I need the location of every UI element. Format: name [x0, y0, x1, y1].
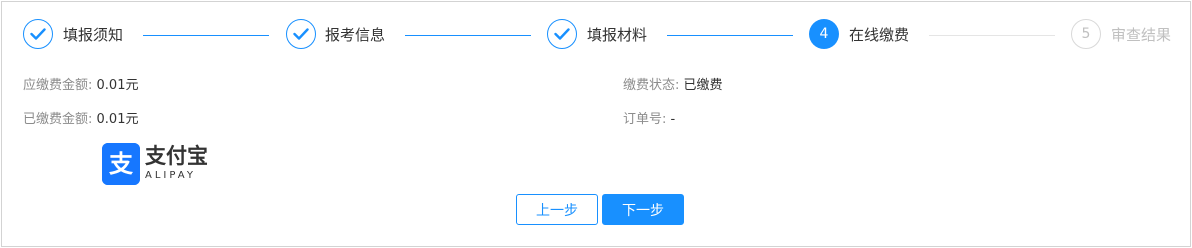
step-4-number: 4 [809, 19, 839, 49]
amount-due-row: 应缴费金额: 0.01元 [23, 77, 138, 95]
amount-due-value: 0.01元 [96, 78, 139, 93]
order-number-label: 订单号: [623, 112, 667, 127]
alipay-sub: ALIPAY [145, 170, 196, 181]
step-3-title: 填报材料 [587, 26, 648, 44]
step-3-check-icon [547, 19, 577, 49]
next-step-button[interactable]: 下一步 [602, 194, 684, 225]
step-5-title: 审查结果 [1111, 26, 1172, 44]
alipay-icon: 支 [102, 143, 140, 185]
prev-step-button[interactable]: 上一步 [516, 194, 598, 225]
step-1-check-icon [23, 19, 53, 49]
step-2-check-icon [286, 19, 316, 49]
step-connector [143, 35, 269, 36]
svg-text:支: 支 [109, 150, 134, 178]
step-connector [667, 35, 793, 36]
amount-paid-row: 已缴费金额: 0.01元 [23, 111, 138, 129]
payment-status-row: 缴费状态: 已缴费 [623, 77, 723, 95]
amount-paid-label: 已缴费金额: [23, 112, 93, 127]
step-4-title: 在线缴费 [849, 26, 910, 44]
order-number-value: - [670, 112, 676, 127]
form-panel: 填报须知 报考信息 填报材料 4 在线缴费 5 审查结果 应缴费金额: 0.01… [1, 1, 1191, 247]
order-number-row: 订单号: - [623, 111, 675, 129]
step-1-title: 填报须知 [63, 26, 124, 44]
step-connector [405, 35, 531, 36]
step-connector [929, 35, 1055, 36]
alipay-name: 支付宝 [145, 144, 208, 168]
step-2-title: 报考信息 [325, 26, 386, 44]
step-5-number: 5 [1071, 19, 1101, 49]
amount-due-label: 应缴费金额: [23, 78, 93, 93]
payment-status-label: 缴费状态: [623, 78, 680, 93]
amount-paid-value: 0.01元 [96, 112, 139, 127]
payment-status-value: 已缴费 [683, 78, 723, 93]
alipay-logo[interactable]: 支 支付宝 ALIPAY [102, 143, 208, 185]
